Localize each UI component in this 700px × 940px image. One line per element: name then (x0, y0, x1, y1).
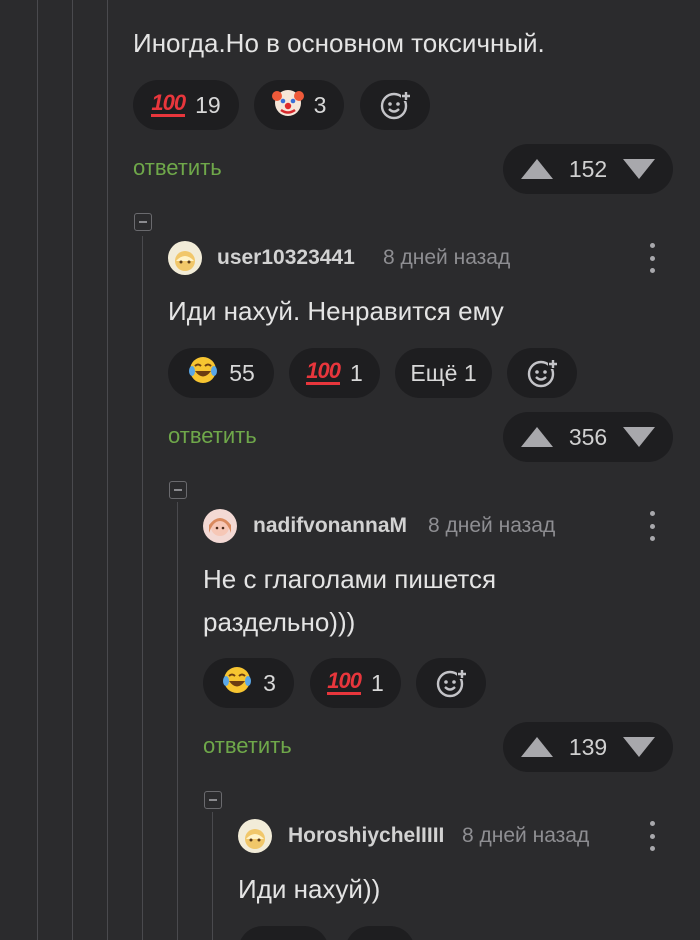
reply-link[interactable]: ответить (168, 423, 257, 449)
reaction-count: 19 (195, 91, 221, 118)
reaction-count: 3 (263, 669, 276, 696)
reaction-pill-partial[interactable] (238, 926, 329, 940)
upvote-icon[interactable] (521, 427, 553, 447)
hundred-points-icon: 100 (151, 90, 186, 117)
avatar[interactable] (238, 819, 272, 853)
reaction-clown[interactable]: 3 (254, 80, 344, 130)
add-emoji-icon (436, 669, 467, 698)
more-options-icon[interactable] (648, 821, 656, 851)
comment-text: Иди нахуй. Ненравится ему (168, 296, 504, 326)
thread-line (107, 0, 108, 940)
avatar[interactable] (168, 241, 202, 275)
more-reactions-button[interactable]: Ещё 1 (395, 348, 492, 398)
more-options-icon[interactable] (648, 243, 656, 273)
hundred-points-icon: 100 (306, 358, 341, 385)
avatar[interactable] (203, 509, 237, 543)
reply-link[interactable]: ответить (133, 155, 222, 181)
thread-line (72, 0, 73, 940)
reaction-count: 1 (370, 669, 384, 696)
reaction-tears-of-joy[interactable]: 3 (203, 658, 294, 708)
reply-link[interactable]: ответить (203, 733, 292, 759)
reaction-hundred[interactable]: 100 19 (133, 80, 239, 130)
reaction-tears-of-joy[interactable]: 55 (168, 348, 274, 398)
comment-time: 8 дней назад (383, 246, 511, 269)
add-emoji-icon (380, 91, 411, 120)
downvote-icon[interactable] (623, 737, 655, 757)
collapse-thread-button[interactable] (134, 213, 152, 231)
add-reaction-button[interactable] (507, 348, 577, 398)
reaction-count: 55 (229, 359, 255, 386)
reaction-hundred[interactable]: 100 1 (310, 658, 401, 708)
rating-widget: 356 (503, 412, 673, 462)
downvote-icon[interactable] (623, 159, 655, 179)
collapse-thread-button[interactable] (169, 481, 187, 499)
rating-value: 139 (568, 733, 608, 760)
upvote-icon[interactable] (521, 737, 553, 757)
comment-text: Иди нахуй)) (238, 874, 381, 904)
rating-value: 152 (568, 155, 608, 182)
thread-line (212, 812, 213, 940)
comment-text: Иногда.Но в основном токсичный. (133, 28, 545, 58)
add-reaction-button[interactable] (360, 80, 430, 130)
downvote-icon[interactable] (623, 427, 655, 447)
tears-of-joy-icon (221, 664, 253, 702)
thread-line (142, 236, 143, 940)
hundred-points-icon: 100 (327, 668, 362, 695)
reaction-hundred[interactable]: 100 1 (289, 348, 380, 398)
rating-widget: 139 (503, 722, 673, 772)
thread-line (37, 0, 38, 940)
reaction-count: 1 (349, 359, 363, 386)
reaction-pill-partial[interactable] (345, 926, 415, 940)
upvote-icon[interactable] (521, 159, 553, 179)
collapse-thread-button[interactable] (204, 791, 222, 809)
rating-value: 356 (568, 423, 608, 450)
more-options-icon[interactable] (648, 511, 656, 541)
rating-widget: 152 (503, 144, 673, 194)
thread-line (177, 502, 178, 940)
comment-text: Не с глаголами пишется раздельно))) (203, 564, 497, 637)
comment-author[interactable]: HoroshiychelIIII (288, 824, 444, 848)
add-emoji-icon (527, 359, 558, 388)
comment-time: 8 дней назад (462, 824, 590, 847)
add-reaction-button[interactable] (416, 658, 486, 708)
reaction-count: 3 (313, 91, 327, 118)
clown-face-icon (271, 86, 304, 124)
more-reactions-label: Ещё 1 (410, 359, 477, 386)
comment-author[interactable]: nadifvonannaM (253, 514, 407, 538)
tears-of-joy-icon (187, 354, 219, 392)
comment-time: 8 дней назад (428, 514, 556, 537)
comment-author[interactable]: user10323441 (217, 246, 355, 270)
